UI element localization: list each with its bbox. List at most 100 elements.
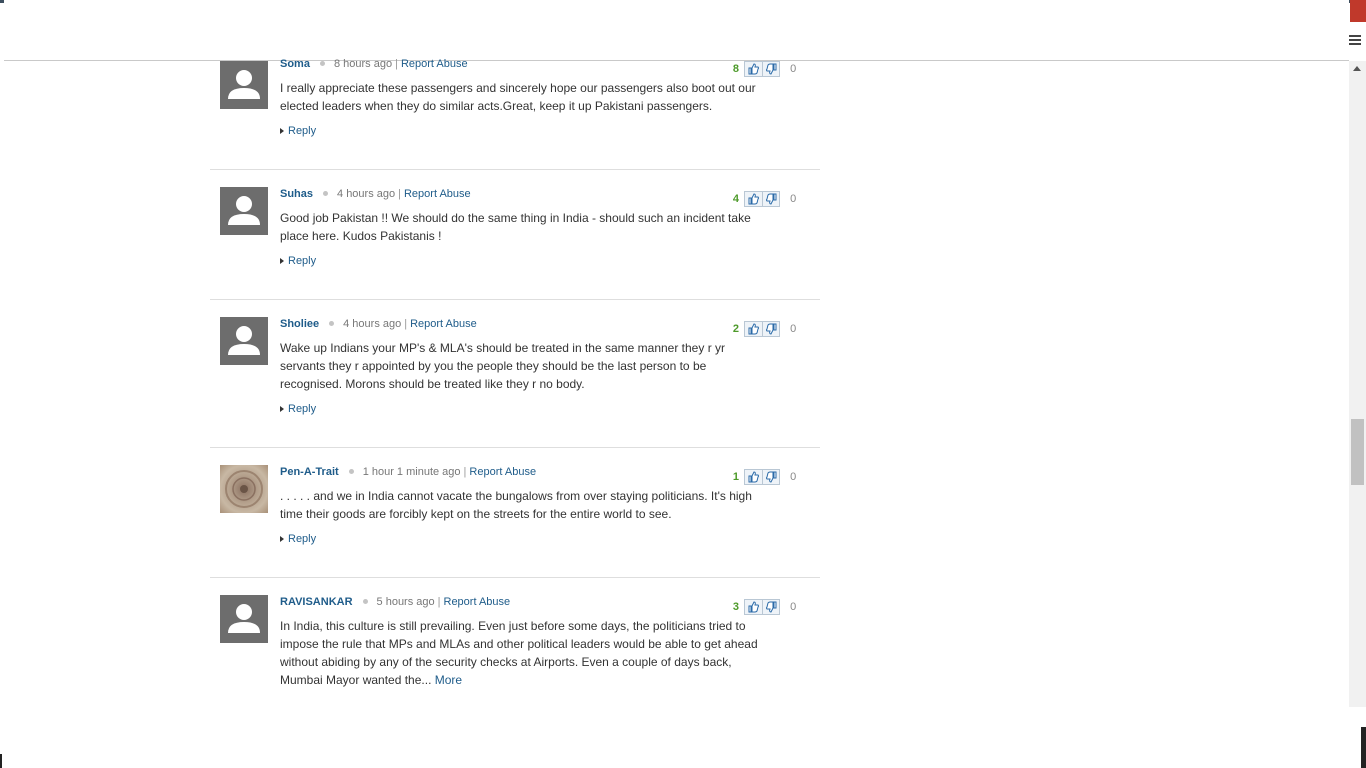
- separator-dot: [319, 61, 325, 67]
- separator-dot: [323, 191, 329, 197]
- avatar[interactable]: [220, 61, 268, 109]
- comment-line: recognised. Morons should be treated lik…: [280, 377, 585, 391]
- triangle-right-icon: [280, 128, 284, 135]
- avatar[interactable]: [220, 317, 268, 365]
- thumbs-up-button[interactable]: [745, 470, 764, 484]
- separator: |: [398, 188, 401, 200]
- page-header: [4, 0, 1349, 61]
- comment-line: time their goods are forcibly kept on th…: [280, 507, 672, 521]
- thumbs-up-button[interactable]: [745, 600, 764, 614]
- report-abuse-link[interactable]: Report Abuse: [469, 466, 536, 478]
- thumbs-up-icon: [748, 63, 760, 75]
- reply-label: Reply: [288, 125, 317, 137]
- author-name[interactable]: Pen-A-Trait: [280, 466, 339, 478]
- separator: |: [463, 466, 467, 478]
- scrollbar-track[interactable]: [1349, 61, 1366, 707]
- downvote-count: 0: [790, 192, 797, 205]
- thumbs-down-icon: [766, 323, 777, 335]
- report-abuse-link[interactable]: Report Abuse: [444, 596, 511, 608]
- reply-label: Reply: [288, 533, 317, 545]
- vote-controls: 3 0: [730, 599, 796, 615]
- report-abuse-link[interactable]: Report Abuse: [401, 58, 468, 70]
- author-name[interactable]: Suhas: [280, 188, 313, 200]
- comment-line: Good job Pakistan !! We should do the sa…: [280, 211, 751, 225]
- thumbs-down-icon: [766, 471, 777, 483]
- thumbs-up-icon: [748, 193, 760, 205]
- author-name[interactable]: Sholiee: [280, 318, 319, 330]
- upvote-count: 1: [732, 470, 739, 483]
- avatar[interactable]: [220, 187, 268, 235]
- avatar[interactable]: [220, 465, 268, 513]
- thumbs-down-button[interactable]: [762, 600, 779, 614]
- bottom-left-edge: [0, 754, 2, 768]
- comment-meta: Soma 8 hours ago | Report Abuse: [280, 58, 468, 70]
- reply-link[interactable]: Reply: [280, 533, 316, 545]
- comment-text: Good job Pakistan !! We should do the sa…: [280, 209, 805, 245]
- more-link[interactable]: More: [435, 673, 462, 687]
- downvote-count: 0: [790, 600, 797, 613]
- thumbs-up-icon: [748, 601, 760, 613]
- scrollbar-thumb[interactable]: [1351, 419, 1364, 485]
- vote-controls: 8 0: [730, 61, 796, 77]
- vote-controls: 4 0: [730, 191, 796, 207]
- bottom-right-edge: [1361, 727, 1366, 768]
- comment-line: . . . . . and we in India cannot vacate …: [280, 489, 752, 503]
- scroll-up-icon[interactable]: [1353, 66, 1361, 71]
- comment-text: In India, this culture is still prevaili…: [280, 617, 805, 689]
- thumbs-down-button[interactable]: [762, 192, 779, 206]
- comment-divider: [210, 169, 820, 170]
- author-name[interactable]: Soma: [280, 58, 310, 70]
- comment-divider: [210, 447, 820, 448]
- comment-line: In India, this culture is still prevaili…: [280, 619, 746, 633]
- vote-controls: 2 0: [730, 321, 796, 337]
- comment-meta: Pen-A-Trait 1 hour 1 minute ago | Report Ab…: [280, 466, 536, 478]
- timestamp: 5 hours ago: [376, 596, 435, 608]
- downvote-count: 0: [790, 62, 797, 75]
- comment-line-text: Mumbai Mayor wanted the...: [280, 673, 432, 687]
- upvote-count: 4: [732, 192, 739, 205]
- thumbs-up-button[interactable]: [745, 192, 764, 206]
- comment-meta: RAVISANKAR 5 hours ago | Report Abuse: [280, 596, 510, 608]
- triangle-right-icon: [280, 406, 284, 413]
- reply-link[interactable]: Reply: [280, 403, 316, 415]
- comment-line: place here. Kudos Pakistanis !: [280, 229, 442, 243]
- thumbs-down-button[interactable]: [762, 470, 779, 484]
- comment-meta: Suhas 4 hours ago | Report Abuse: [280, 188, 471, 200]
- separator-dot: [348, 469, 354, 475]
- timestamp: 1 hour 1 minute ago: [362, 466, 461, 478]
- report-abuse-link[interactable]: Report Abuse: [410, 318, 477, 330]
- thumbs-down-icon: [766, 193, 777, 205]
- triangle-right-icon: [280, 536, 284, 543]
- thumbs-down-button[interactable]: [762, 62, 779, 76]
- reply-link[interactable]: Reply: [280, 125, 316, 137]
- upvote-count: 2: [732, 322, 739, 335]
- top-strip-accent: [1350, 0, 1366, 22]
- reply-label: Reply: [288, 255, 317, 267]
- comment-divider: [210, 577, 820, 578]
- comment-text: Wake up Indians your MP's & MLA's should…: [280, 339, 805, 393]
- report-abuse-link[interactable]: Report Abuse: [404, 188, 471, 200]
- author-name[interactable]: RAVISANKAR: [280, 596, 353, 608]
- timestamp: 4 hours ago: [343, 318, 402, 330]
- thumbs-up-icon: [748, 323, 760, 335]
- menu-icon[interactable]: [1349, 35, 1361, 47]
- separator: |: [395, 58, 398, 70]
- reply-link[interactable]: Reply: [280, 255, 316, 267]
- thumbs-up-button[interactable]: [745, 62, 764, 76]
- thumbs-down-button[interactable]: [762, 322, 779, 336]
- comment-text: I really appreciate these passengers and…: [280, 79, 805, 115]
- comment-line: elected leaders when they do similar act…: [280, 99, 713, 113]
- upvote-count: 3: [732, 600, 739, 613]
- timestamp: 4 hours ago: [337, 188, 396, 200]
- thumbs-down-icon: [766, 601, 777, 613]
- separator: |: [437, 596, 441, 608]
- avatar[interactable]: [220, 595, 268, 643]
- separator: |: [404, 318, 408, 330]
- thumbs-down-icon: [766, 63, 777, 75]
- comment-meta: Sholiee 4 hours ago | Report Abuse: [280, 318, 477, 330]
- upvote-count: 8: [732, 62, 739, 75]
- timestamp: 8 hours ago: [333, 58, 393, 70]
- vote-controls: 1 0: [730, 469, 796, 485]
- downvote-count: 0: [790, 470, 797, 483]
- thumbs-up-button[interactable]: [745, 322, 764, 336]
